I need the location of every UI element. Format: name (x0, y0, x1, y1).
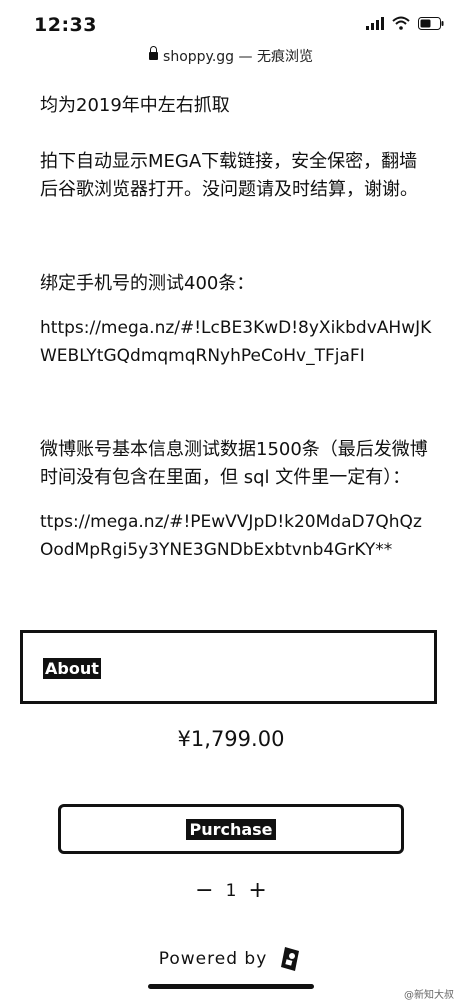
quantity-increase-button[interactable]: + (248, 878, 266, 903)
home-indicator (148, 984, 314, 989)
section2-title: 微博账号基本信息测试数据1500条（最后发微博时间没有包含在里面，但 sql 文… (40, 439, 428, 488)
status-icons (366, 16, 444, 30)
url-bar[interactable]: shoppy.gg — 无痕浏览 (0, 46, 462, 66)
product-description: 均为2019年中左右抓取 拍下自动显示MEGA下载链接，安全保密，翻墙后谷歌浏览… (40, 92, 435, 564)
quantity-value: 1 (225, 880, 237, 901)
section2-link[interactable]: ttps://mega.nz/#!PEwVVJpD!k20MdaD7QhQzOo… (40, 508, 435, 564)
product-price: ¥1,799.00 (177, 727, 285, 751)
status-time: 12:33 (34, 14, 97, 36)
battery-icon (418, 16, 444, 30)
description-line1: 均为2019年中左右抓取 (40, 95, 230, 116)
about-label: About (43, 658, 101, 679)
section1-link[interactable]: https://mega.nz/#!LcBE3KwD!8yXikbdvAHwJK… (40, 314, 435, 370)
shoppy-logo-icon (281, 947, 300, 971)
signal-icon (366, 16, 384, 30)
purchase-label: Purchase (186, 818, 276, 840)
section1-title: 绑定手机号的测试400条： (40, 273, 255, 294)
powered-by[interactable]: Powered by (0, 945, 462, 973)
quantity-decrease-button[interactable]: − (195, 878, 213, 903)
purchase-button[interactable]: Purchase (58, 804, 404, 854)
url-text: shoppy.gg — 无痕浏览 (163, 49, 313, 65)
about-section: About (20, 630, 437, 704)
powered-by-text: Powered by (158, 949, 268, 969)
status-bar: 12:33 (0, 0, 462, 44)
watermark-text: @新知大叔 (404, 990, 454, 1001)
quantity-stepper: − 1 + (0, 878, 462, 903)
wifi-icon (392, 16, 410, 30)
description-line2: 拍下自动显示MEGA下载链接，安全保密，翻墙后谷歌浏览器打开。没问题请及时结算，… (40, 151, 418, 200)
lock-icon (149, 46, 159, 60)
